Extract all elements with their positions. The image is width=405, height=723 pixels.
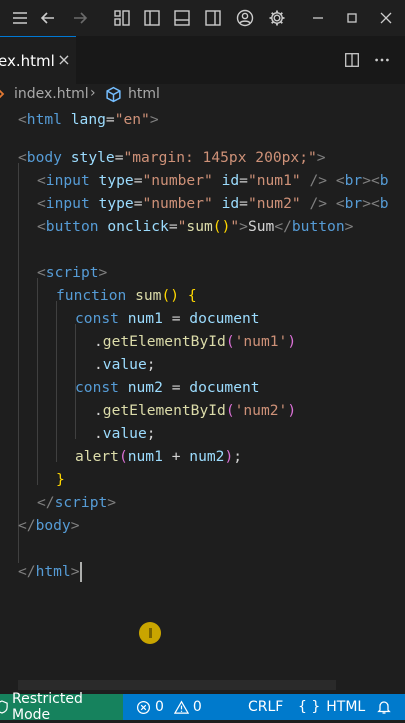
code-line: <script> bbox=[37, 264, 108, 281]
toggle-secondary-sidebar-icon[interactable] bbox=[201, 6, 225, 30]
language-braces: { } bbox=[298, 699, 321, 715]
close-window-icon[interactable] bbox=[374, 6, 398, 30]
code-line: <html lang="en"> bbox=[18, 111, 159, 128]
back-arrow-icon[interactable] bbox=[36, 6, 60, 30]
code-line: <body style="margin: 145px 200px;"> bbox=[18, 149, 326, 166]
end-of-line-sequence[interactable]: CRLF bbox=[248, 694, 283, 720]
code-editor[interactable]: <html lang="en"> <body style="margin: 14… bbox=[0, 106, 405, 694]
code-line: .getElementById('num1') bbox=[94, 333, 297, 350]
indent-guide bbox=[18, 163, 19, 563]
code-line: <input type="number" id="num2" /> <br><b bbox=[37, 195, 389, 212]
code-line: const num1 = document bbox=[75, 310, 260, 327]
horizontal-scrollbar[interactable] bbox=[18, 680, 336, 690]
toggle-primary-sidebar-icon[interactable] bbox=[140, 6, 164, 30]
breadcrumb-separator: › bbox=[90, 85, 96, 101]
indent-guide bbox=[56, 301, 57, 462]
symbol-element-icon bbox=[105, 86, 122, 103]
restricted-mode-label: Restricted Mode bbox=[12, 691, 83, 723]
shield-icon bbox=[0, 699, 8, 715]
code-line: <input type="number" id="num1" /> <br><b bbox=[37, 172, 389, 189]
error-count: 0 bbox=[155, 699, 164, 715]
bell-icon[interactable] bbox=[376, 694, 392, 720]
forward-arrow-icon[interactable] bbox=[68, 6, 92, 30]
customize-layout-icon[interactable] bbox=[110, 6, 134, 30]
restricted-mode-indicator[interactable]: Restricted Mode bbox=[0, 691, 123, 723]
maximize-icon[interactable] bbox=[340, 6, 364, 30]
problems-indicator[interactable]: 0 0 bbox=[136, 694, 202, 720]
code-line: alert(num1 + num2); bbox=[75, 448, 243, 465]
touch-indicator bbox=[139, 622, 161, 644]
code-line: </html> bbox=[18, 562, 82, 582]
code-line: </body> bbox=[18, 517, 80, 534]
language-mode[interactable]: { } HTML bbox=[298, 694, 365, 720]
settings-gear-icon[interactable] bbox=[265, 6, 289, 30]
warning-count: 0 bbox=[192, 699, 202, 715]
warning-icon bbox=[173, 699, 189, 715]
editor-tab-bar: ex.html × bbox=[0, 36, 405, 85]
text-cursor bbox=[79, 562, 82, 582]
accounts-icon[interactable] bbox=[233, 6, 257, 30]
error-icon bbox=[136, 700, 151, 715]
close-icon[interactable]: × bbox=[56, 52, 72, 68]
tab-index-html[interactable]: ex.html × bbox=[0, 36, 76, 84]
html-file-icon bbox=[0, 86, 10, 102]
status-bar: Restricted Mode 0 0 CRLF { } HTML bbox=[0, 691, 405, 723]
code-line: .value; bbox=[94, 425, 156, 442]
indent-guide bbox=[37, 278, 38, 485]
breadcrumb: index.html › html bbox=[0, 84, 405, 106]
code-line: .value; bbox=[94, 356, 156, 373]
title-bar bbox=[0, 0, 405, 36]
code-line: } bbox=[56, 471, 65, 488]
code-line: </script> bbox=[37, 494, 117, 511]
menu-icon[interactable] bbox=[8, 6, 32, 30]
code-line: <button onclick="sum()">Sum</button> bbox=[37, 218, 354, 235]
breadcrumb-file[interactable]: index.html bbox=[14, 86, 89, 102]
code-line: .getElementById('num2') bbox=[94, 402, 297, 419]
toggle-panel-icon[interactable] bbox=[170, 6, 194, 30]
code-line: const num2 = document bbox=[75, 379, 260, 396]
breadcrumb-node[interactable]: html bbox=[128, 86, 160, 102]
more-actions-icon[interactable] bbox=[372, 50, 392, 70]
language-label: HTML bbox=[326, 699, 366, 715]
minimize-icon[interactable] bbox=[306, 6, 330, 30]
code-line: function sum() { bbox=[56, 287, 197, 304]
tab-label: ex.html bbox=[0, 51, 55, 70]
split-editor-icon[interactable] bbox=[342, 50, 362, 70]
